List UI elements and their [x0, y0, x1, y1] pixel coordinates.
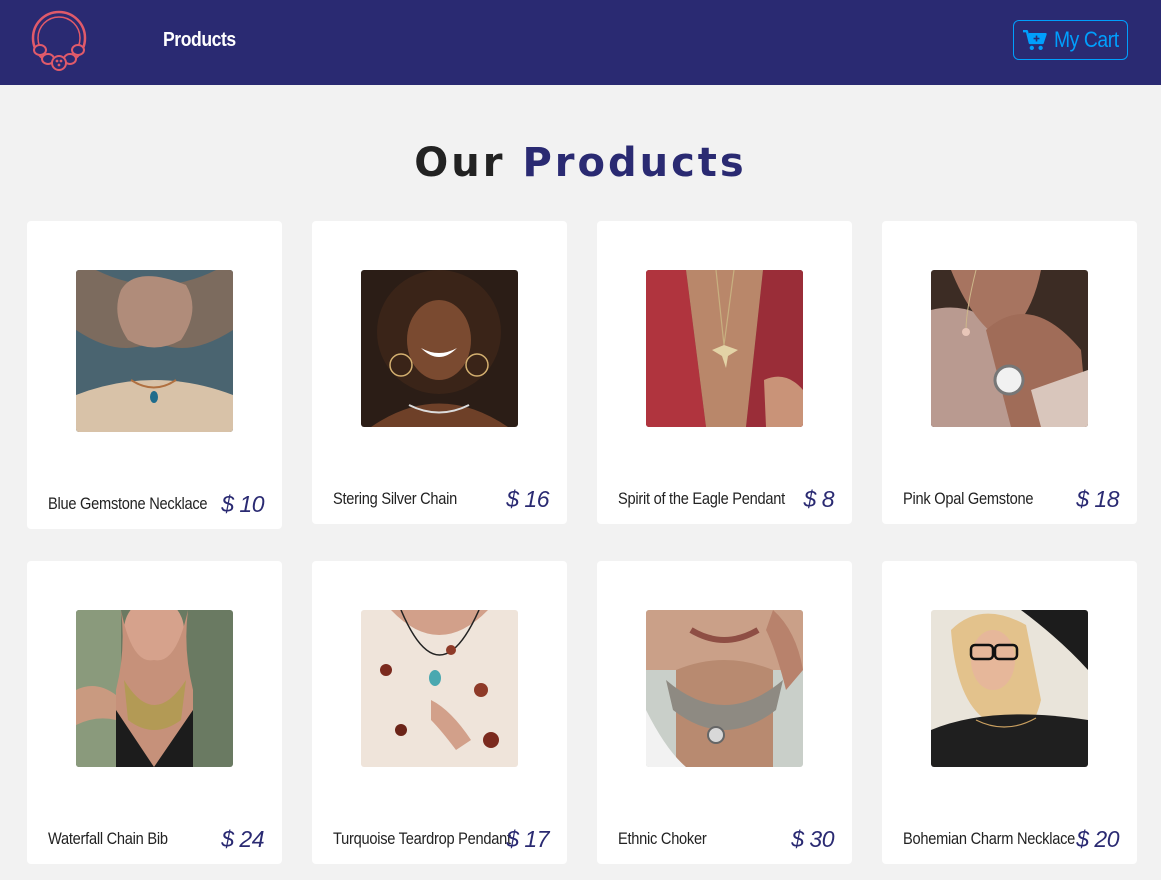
- product-name: Stering Silver Chain: [333, 489, 458, 508]
- product-name: Ethnic Choker: [618, 829, 707, 848]
- product-name: Waterfall Chain Bib: [48, 829, 168, 848]
- product-price: $ 20: [1076, 826, 1119, 852]
- product-card[interactable]: Turquoise Teardrop Pendant $ 17: [312, 561, 567, 864]
- product-card[interactable]: Spirit of the Eagle Pendant $ 8: [597, 221, 852, 524]
- product-card[interactable]: Ethnic Choker $ 30: [597, 561, 852, 864]
- product-image[interactable]: [646, 270, 803, 427]
- product-price: $ 16: [506, 486, 549, 512]
- navbar: Products My Cart: [0, 0, 1161, 85]
- page-title-word-2: Products: [522, 140, 747, 186]
- product-name: Pink Opal Gemstone: [903, 489, 1034, 508]
- product-card[interactable]: Waterfall Chain Bib $ 24: [27, 561, 282, 864]
- page-title-word-1: Our: [414, 140, 506, 186]
- product-image[interactable]: [76, 610, 233, 767]
- product-image[interactable]: [931, 610, 1088, 767]
- product-image[interactable]: [361, 270, 518, 427]
- product-price: $ 18: [1076, 486, 1119, 512]
- product-name: Blue Gemstone Necklace: [48, 494, 208, 513]
- product-card[interactable]: Stering Silver Chain $ 16: [312, 221, 567, 524]
- necklace-logo-icon[interactable]: [30, 8, 88, 72]
- product-price: $ 17: [506, 826, 549, 852]
- nav-link-products[interactable]: Products: [163, 29, 236, 52]
- my-cart-button[interactable]: My Cart: [1013, 20, 1128, 60]
- product-price: $ 10: [221, 491, 264, 517]
- product-image[interactable]: [361, 610, 518, 767]
- product-name: Spirit of the Eagle Pendant: [618, 489, 785, 508]
- product-price: $ 30: [791, 826, 834, 852]
- product-name: Turquoise Teardrop Pendant: [333, 829, 511, 848]
- product-card[interactable]: Bohemian Charm Necklace $ 20: [882, 561, 1137, 864]
- product-image[interactable]: [76, 270, 233, 432]
- product-card[interactable]: Blue Gemstone Necklace $ 10: [27, 221, 282, 529]
- product-price: $ 8: [803, 486, 835, 512]
- cart-icon: [1022, 29, 1047, 51]
- product-image[interactable]: [646, 610, 803, 767]
- product-image[interactable]: [931, 270, 1088, 427]
- cart-label: My Cart: [1053, 27, 1119, 52]
- product-name: Bohemian Charm Necklace: [903, 829, 1076, 848]
- product-price: $ 24: [221, 826, 264, 852]
- page-title: Our Products: [0, 140, 1161, 186]
- product-card[interactable]: Pink Opal Gemstone $ 18: [882, 221, 1137, 524]
